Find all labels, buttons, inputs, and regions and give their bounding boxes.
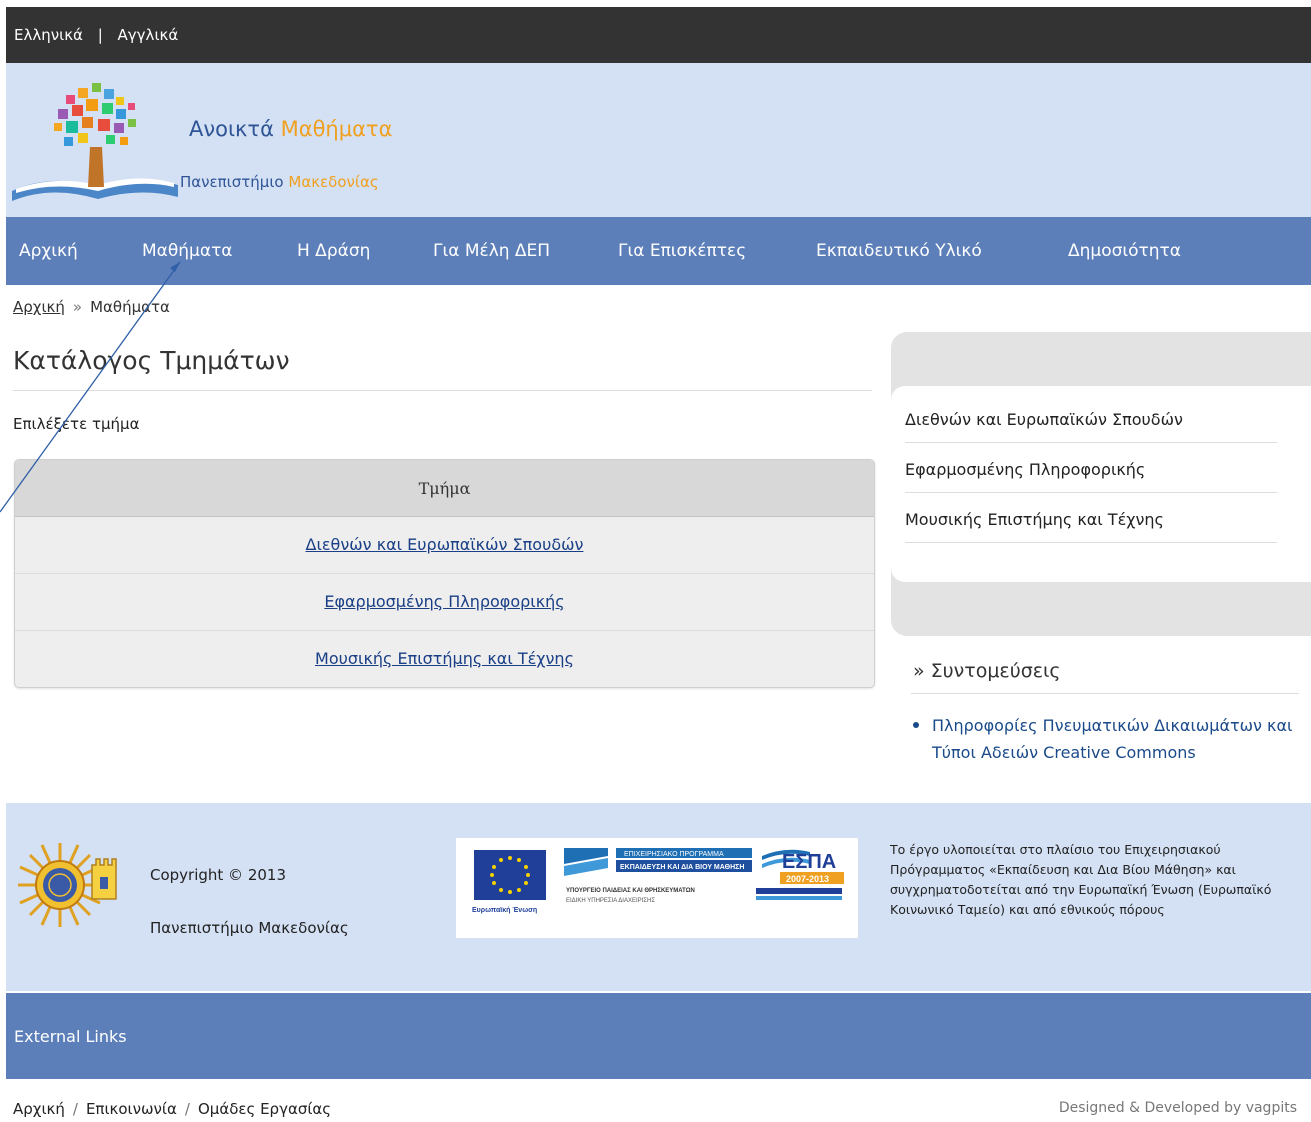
nav-item-faculty[interactable]: Για Μέλη ΔΕΠ (433, 241, 550, 261)
developer-credits: Designed & Developed by vagpits (1058, 1100, 1297, 1116)
external-links-heading: External Links (14, 1027, 127, 1046)
funding-statement: Το έργο υλοποιείται στο πλαίσιο του Επιχ… (890, 842, 1272, 917)
nav-item-educational-material[interactable]: Εκπαιδευτικό Υλικό (816, 241, 982, 261)
copyright-text: Copyright © 2013 (150, 866, 287, 884)
table-row: Μουσικής Επιστήμης και Τέχνης (15, 631, 874, 687)
departments-table: Τμήμα Διεθνών και Ευρωπαϊκών Σπουδών Εφα… (14, 459, 875, 688)
site-title[interactable]: Ανοικτά Μαθήματα (189, 117, 392, 141)
footer-separator: / (184, 1100, 190, 1118)
language-switcher: Ελληνικά | Αγγλικά (14, 26, 178, 44)
site-header: Ανοικτά Μαθήματα Πανεπιστήμιο Μακεδονίας (6, 63, 1311, 217)
espa-banner-graphic: Ευρωπαϊκή Ένωση ΕΠΙΧΕΙΡΗΣΙΑΚΟ ΠΡΟΓΡΑΜΜΑ … (472, 848, 844, 914)
sidebar-departments-list: Διεθνών και Ευρωπαϊκών Σπουδών Εφαρμοσμέ… (891, 386, 1311, 582)
nav-item-courses[interactable]: Μαθήματα (142, 241, 233, 261)
nav-item-action[interactable]: Η Δράση (297, 241, 370, 261)
nav-item-visitors[interactable]: Για Επισκέπτες (618, 241, 746, 261)
espa-years: 2007-2013 (786, 874, 829, 884)
nav-item-home[interactable]: Αρχική (19, 241, 78, 261)
espa-banner[interactable]: Ευρωπαϊκή Ένωση ΕΠΙΧΕΙΡΗΣΙΑΚΟ ΠΡΟΓΡΑΜΜΑ … (456, 838, 858, 938)
sidebar-item-music-science-art[interactable]: Μουσικής Επιστήμης και Τέχνης (905, 510, 1277, 543)
footer-separator: / (72, 1100, 78, 1118)
ministry-line2: ΕΙΔΙΚΗ ΥΠΗΡΕΣΙΑ ΔΙΑΧΕΙΡΙΣΗΣ (566, 898, 655, 904)
sidebar-item-international-european-studies[interactable]: Διεθνών και Ευρωπαϊκών Σπουδών (905, 410, 1277, 443)
open-courses-logo-icon[interactable] (6, 73, 186, 209)
footer-link-working-groups[interactable]: Ομάδες Εργασίας (198, 1100, 331, 1118)
title-divider (13, 390, 872, 391)
lang-greek-link[interactable]: Ελληνικά (14, 26, 83, 44)
department-link-music-science-art[interactable]: Μουσικής Επιστήμης και Τέχνης (315, 649, 574, 668)
breadcrumb: Αρχική » Μαθήματα (13, 298, 170, 316)
footer-link-home[interactable]: Αρχική (13, 1100, 65, 1118)
footer-nav: Αρχική / Επικοινωνία / Ομάδες Εργασίας (13, 1100, 331, 1118)
external-links-bar: External Links (6, 993, 1311, 1079)
copyright-info-link[interactable]: Πληροφορίες Πνευματικών Δικαιωμάτων και … (932, 712, 1307, 766)
program-line2: ΕΚΠΑΙΔΕΥΣΗ ΚΑΙ ΔΙΑ ΒΙΟΥ ΜΑΘΗΣΗ (620, 864, 744, 871)
sidebar-departments-box: Διεθνών και Ευρωπαϊκών Σπουδών Εφαρμοσμέ… (891, 332, 1311, 636)
eu-label: Ευρωπαϊκή Ένωση (472, 907, 537, 914)
lang-english-link[interactable]: Αγγλικά (118, 26, 179, 44)
espa-logo-text: ΕΣΠΑ (782, 851, 836, 873)
site-subtitle: Πανεπιστήμιο Μακεδονίας (180, 173, 379, 191)
footer-link-contact[interactable]: Επικοινωνία (86, 1100, 177, 1118)
nav-item-publicity[interactable]: Δημοσιότητα (1068, 241, 1181, 261)
table-row: Εφαρμοσμένης Πληροφορικής (15, 574, 874, 631)
department-link-applied-informatics[interactable]: Εφαρμοσμένης Πληροφορικής (324, 592, 564, 611)
language-bar: Ελληνικά | Αγγλικά (6, 7, 1311, 63)
bullet-icon (913, 722, 919, 728)
site-title-part1: Ανοικτά (189, 117, 274, 141)
page-title: Κατάλογος Τμημάτων (13, 346, 290, 375)
shortcuts-heading: » Συντομεύσεις (913, 660, 1061, 682)
select-department-label: Επιλέξετε τμήμα (13, 415, 140, 433)
footer: Copyright © 2013 Πανεπιστήμιο Μακεδονίας… (6, 803, 1311, 991)
breadcrumb-separator: » (72, 298, 83, 316)
breadcrumb-current: Μαθήματα (90, 298, 170, 316)
university-seal-icon (18, 843, 117, 927)
university-name: Πανεπιστήμιο Μακεδονίας (150, 919, 349, 937)
ministry-line1: ΥΠΟΥΡΓΕΙΟ ΠΑΙΔΕΙΑΣ ΚΑΙ ΘΡΗΣΚΕΥΜΑΤΩΝ (566, 888, 695, 894)
lang-separator: | (97, 26, 103, 44)
department-link-international-european-studies[interactable]: Διεθνών και Ευρωπαϊκών Σπουδών (306, 535, 584, 554)
shortcuts-divider (911, 693, 1299, 694)
site-title-part2: Μαθήματα (280, 117, 393, 141)
main-nav: Αρχική Μαθήματα Η Δράση Για Μέλη ΔΕΠ Για… (6, 217, 1311, 285)
site-subtitle-part2: Μακεδονίας (288, 173, 379, 191)
table-header: Τμήμα (15, 460, 874, 517)
breadcrumb-home-link[interactable]: Αρχική (13, 298, 65, 316)
site-subtitle-part1: Πανεπιστήμιο (180, 173, 284, 191)
program-line1: ΕΠΙΧΕΙΡΗΣΙΑΚΟ ΠΡΟΓΡΑΜΜΑ (624, 851, 724, 858)
table-row: Διεθνών και Ευρωπαϊκών Σπουδών (15, 517, 874, 574)
sidebar-item-applied-informatics[interactable]: Εφαρμοσμένης Πληροφορικής (905, 460, 1277, 493)
